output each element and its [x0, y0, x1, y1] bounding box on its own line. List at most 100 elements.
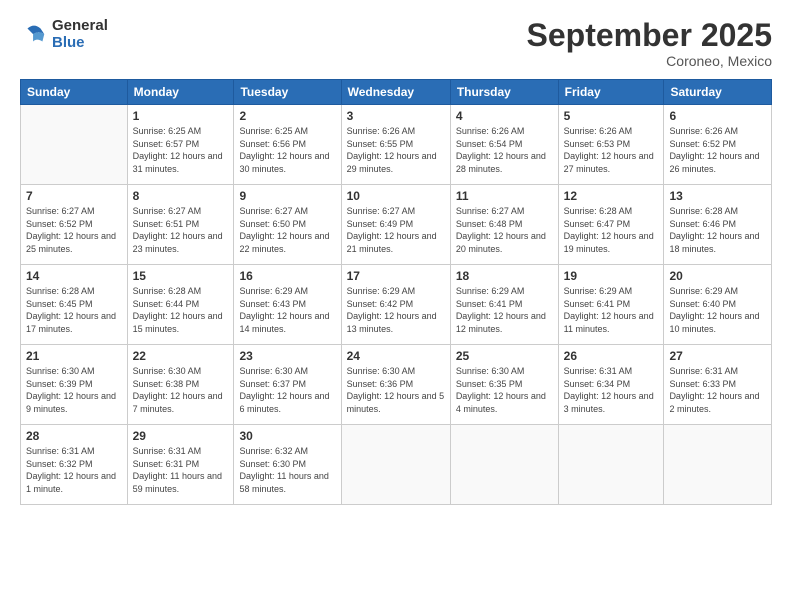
- day-number: 19: [564, 269, 659, 283]
- table-row: 3 Sunrise: 6:26 AMSunset: 6:55 PMDayligh…: [341, 105, 450, 185]
- col-sunday: Sunday: [21, 80, 128, 105]
- day-number: 7: [26, 189, 122, 203]
- col-saturday: Saturday: [664, 80, 772, 105]
- table-row: [558, 425, 664, 505]
- logo: General Blue: [20, 18, 108, 51]
- table-row: 24 Sunrise: 6:30 AMSunset: 6:36 PMDaylig…: [341, 345, 450, 425]
- day-number: 27: [669, 349, 766, 363]
- table-row: 12 Sunrise: 6:28 AMSunset: 6:47 PMDaylig…: [558, 185, 664, 265]
- calendar-week-row: 7 Sunrise: 6:27 AMSunset: 6:52 PMDayligh…: [21, 185, 772, 265]
- day-number: 25: [456, 349, 553, 363]
- day-number: 3: [347, 109, 445, 123]
- table-row: [341, 425, 450, 505]
- calendar-table: Sunday Monday Tuesday Wednesday Thursday…: [20, 79, 772, 505]
- day-detail: Sunrise: 6:32 AMSunset: 6:30 PMDaylight:…: [239, 446, 328, 494]
- table-row: [21, 105, 128, 185]
- table-row: 22 Sunrise: 6:30 AMSunset: 6:38 PMDaylig…: [127, 345, 234, 425]
- table-row: [450, 425, 558, 505]
- day-detail: Sunrise: 6:30 AMSunset: 6:38 PMDaylight:…: [133, 366, 223, 414]
- table-row: 4 Sunrise: 6:26 AMSunset: 6:54 PMDayligh…: [450, 105, 558, 185]
- col-thursday: Thursday: [450, 80, 558, 105]
- day-detail: Sunrise: 6:29 AMSunset: 6:40 PMDaylight:…: [669, 286, 759, 334]
- day-detail: Sunrise: 6:29 AMSunset: 6:42 PMDaylight:…: [347, 286, 437, 334]
- calendar-week-row: 28 Sunrise: 6:31 AMSunset: 6:32 PMDaylig…: [21, 425, 772, 505]
- day-number: 2: [239, 109, 335, 123]
- logo-icon: [20, 21, 48, 49]
- day-detail: Sunrise: 6:25 AMSunset: 6:56 PMDaylight:…: [239, 126, 329, 174]
- day-number: 12: [564, 189, 659, 203]
- day-number: 24: [347, 349, 445, 363]
- day-number: 18: [456, 269, 553, 283]
- day-number: 4: [456, 109, 553, 123]
- day-number: 22: [133, 349, 229, 363]
- table-row: 13 Sunrise: 6:28 AMSunset: 6:46 PMDaylig…: [664, 185, 772, 265]
- month-title: September 2025: [527, 18, 772, 53]
- day-detail: Sunrise: 6:27 AMSunset: 6:52 PMDaylight:…: [26, 206, 116, 254]
- col-monday: Monday: [127, 80, 234, 105]
- day-number: 5: [564, 109, 659, 123]
- day-detail: Sunrise: 6:30 AMSunset: 6:36 PMDaylight:…: [347, 366, 445, 414]
- day-detail: Sunrise: 6:26 AMSunset: 6:55 PMDaylight:…: [347, 126, 437, 174]
- day-number: 9: [239, 189, 335, 203]
- table-row: 6 Sunrise: 6:26 AMSunset: 6:52 PMDayligh…: [664, 105, 772, 185]
- day-detail: Sunrise: 6:29 AMSunset: 6:41 PMDaylight:…: [564, 286, 654, 334]
- calendar-week-row: 14 Sunrise: 6:28 AMSunset: 6:45 PMDaylig…: [21, 265, 772, 345]
- day-number: 17: [347, 269, 445, 283]
- day-detail: Sunrise: 6:31 AMSunset: 6:33 PMDaylight:…: [669, 366, 759, 414]
- day-number: 11: [456, 189, 553, 203]
- table-row: 21 Sunrise: 6:30 AMSunset: 6:39 PMDaylig…: [21, 345, 128, 425]
- day-detail: Sunrise: 6:26 AMSunset: 6:53 PMDaylight:…: [564, 126, 654, 174]
- logo-text: General Blue: [52, 18, 108, 51]
- table-row: 10 Sunrise: 6:27 AMSunset: 6:49 PMDaylig…: [341, 185, 450, 265]
- table-row: 16 Sunrise: 6:29 AMSunset: 6:43 PMDaylig…: [234, 265, 341, 345]
- day-detail: Sunrise: 6:28 AMSunset: 6:47 PMDaylight:…: [564, 206, 654, 254]
- day-detail: Sunrise: 6:30 AMSunset: 6:35 PMDaylight:…: [456, 366, 546, 414]
- day-detail: Sunrise: 6:26 AMSunset: 6:54 PMDaylight:…: [456, 126, 546, 174]
- day-detail: Sunrise: 6:31 AMSunset: 6:31 PMDaylight:…: [133, 446, 222, 494]
- table-row: 26 Sunrise: 6:31 AMSunset: 6:34 PMDaylig…: [558, 345, 664, 425]
- table-row: 25 Sunrise: 6:30 AMSunset: 6:35 PMDaylig…: [450, 345, 558, 425]
- table-row: 20 Sunrise: 6:29 AMSunset: 6:40 PMDaylig…: [664, 265, 772, 345]
- table-row: 7 Sunrise: 6:27 AMSunset: 6:52 PMDayligh…: [21, 185, 128, 265]
- day-number: 16: [239, 269, 335, 283]
- day-detail: Sunrise: 6:27 AMSunset: 6:51 PMDaylight:…: [133, 206, 223, 254]
- day-number: 10: [347, 189, 445, 203]
- day-number: 26: [564, 349, 659, 363]
- calendar-week-row: 21 Sunrise: 6:30 AMSunset: 6:39 PMDaylig…: [21, 345, 772, 425]
- day-number: 20: [669, 269, 766, 283]
- col-tuesday: Tuesday: [234, 80, 341, 105]
- day-detail: Sunrise: 6:28 AMSunset: 6:46 PMDaylight:…: [669, 206, 759, 254]
- day-detail: Sunrise: 6:30 AMSunset: 6:37 PMDaylight:…: [239, 366, 329, 414]
- day-number: 1: [133, 109, 229, 123]
- logo-blue-text: Blue: [52, 35, 108, 52]
- table-row: 14 Sunrise: 6:28 AMSunset: 6:45 PMDaylig…: [21, 265, 128, 345]
- day-detail: Sunrise: 6:30 AMSunset: 6:39 PMDaylight:…: [26, 366, 116, 414]
- day-detail: Sunrise: 6:28 AMSunset: 6:44 PMDaylight:…: [133, 286, 223, 334]
- calendar-week-row: 1 Sunrise: 6:25 AMSunset: 6:57 PMDayligh…: [21, 105, 772, 185]
- day-number: 13: [669, 189, 766, 203]
- day-number: 8: [133, 189, 229, 203]
- table-row: 28 Sunrise: 6:31 AMSunset: 6:32 PMDaylig…: [21, 425, 128, 505]
- day-number: 29: [133, 429, 229, 443]
- table-row: 30 Sunrise: 6:32 AMSunset: 6:30 PMDaylig…: [234, 425, 341, 505]
- table-row: 2 Sunrise: 6:25 AMSunset: 6:56 PMDayligh…: [234, 105, 341, 185]
- table-row: 19 Sunrise: 6:29 AMSunset: 6:41 PMDaylig…: [558, 265, 664, 345]
- logo-general-text: General: [52, 18, 108, 35]
- day-number: 23: [239, 349, 335, 363]
- day-number: 28: [26, 429, 122, 443]
- table-row: 8 Sunrise: 6:27 AMSunset: 6:51 PMDayligh…: [127, 185, 234, 265]
- day-detail: Sunrise: 6:26 AMSunset: 6:52 PMDaylight:…: [669, 126, 759, 174]
- day-detail: Sunrise: 6:31 AMSunset: 6:34 PMDaylight:…: [564, 366, 654, 414]
- day-number: 6: [669, 109, 766, 123]
- table-row: 27 Sunrise: 6:31 AMSunset: 6:33 PMDaylig…: [664, 345, 772, 425]
- day-detail: Sunrise: 6:31 AMSunset: 6:32 PMDaylight:…: [26, 446, 116, 494]
- col-friday: Friday: [558, 80, 664, 105]
- table-row: 18 Sunrise: 6:29 AMSunset: 6:41 PMDaylig…: [450, 265, 558, 345]
- table-row: 17 Sunrise: 6:29 AMSunset: 6:42 PMDaylig…: [341, 265, 450, 345]
- day-detail: Sunrise: 6:29 AMSunset: 6:43 PMDaylight:…: [239, 286, 329, 334]
- day-number: 15: [133, 269, 229, 283]
- day-number: 30: [239, 429, 335, 443]
- calendar-header-row: Sunday Monday Tuesday Wednesday Thursday…: [21, 80, 772, 105]
- page: General Blue September 2025 Coroneo, Mex…: [0, 0, 792, 612]
- table-row: 11 Sunrise: 6:27 AMSunset: 6:48 PMDaylig…: [450, 185, 558, 265]
